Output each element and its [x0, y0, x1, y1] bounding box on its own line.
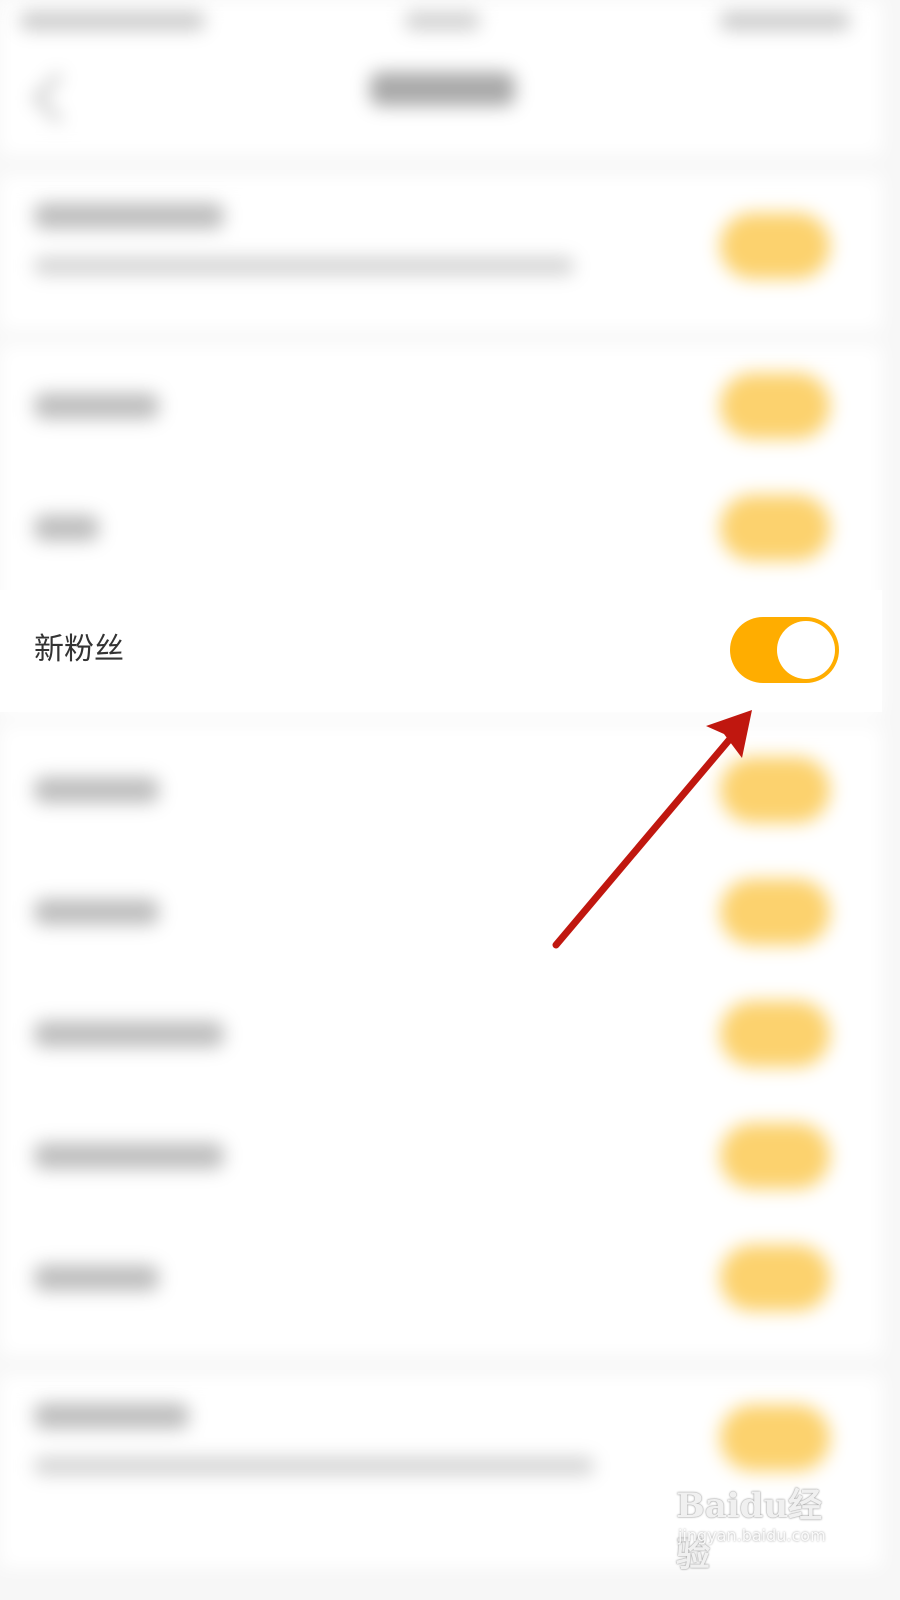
notification-settings-screen: 新粉丝 Baidu经验 jingyan.baidu.com	[0, 0, 882, 1575]
arrow-shaft	[552, 729, 739, 949]
baidu-jingyan-watermark: Baidu经验 jingyan.baidu.com	[676, 1478, 846, 1575]
annotation-arrow-icon	[552, 710, 752, 949]
watermark-url: jingyan.baidu.com	[678, 1526, 826, 1545]
arrow-head	[706, 710, 752, 758]
